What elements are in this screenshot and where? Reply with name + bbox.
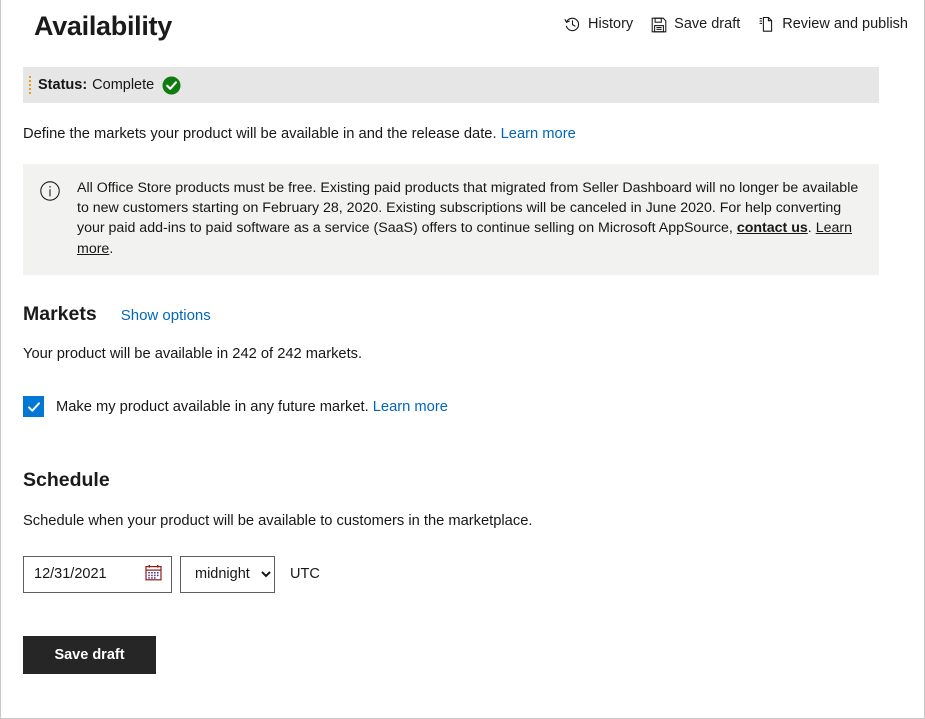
markets-section-header: Markets Show options [23, 302, 902, 325]
release-date-input[interactable] [24, 565, 136, 584]
page-title: Availability [34, 10, 172, 41]
header-actions: History Save draft Review and publish [564, 16, 908, 33]
schedule-title: Schedule [23, 469, 110, 492]
info-banner: All Office Store products must be free. … [23, 164, 879, 275]
release-time-select[interactable]: midnightnoon [180, 555, 275, 593]
status-value: Complete [92, 77, 155, 93]
info-icon [39, 180, 61, 259]
intro-sentence: Define the markets your product will be … [23, 126, 497, 142]
schedule-description: Schedule when your product will be avail… [23, 512, 533, 529]
release-date-field[interactable] [23, 555, 172, 593]
history-icon [564, 16, 581, 33]
save-draft-header-button[interactable]: Save draft [651, 17, 740, 33]
info-end-period: . [109, 240, 114, 257]
future-market-learn-more-link[interactable]: Learn more [373, 399, 448, 415]
schedule-section-header: Schedule [23, 471, 902, 491]
intro-learn-more-link[interactable]: Learn more [501, 126, 576, 142]
info-separator: . [807, 220, 812, 237]
check-circle-icon [162, 76, 181, 95]
save-draft-button[interactable]: Save draft [23, 635, 156, 674]
show-options-link[interactable]: Show options [121, 307, 211, 324]
review-publish-label: Review and publish [782, 16, 908, 33]
save-icon [651, 17, 667, 33]
save-draft-header-label: Save draft [674, 16, 741, 33]
info-banner-text: All Office Store products must be free. … [77, 178, 863, 259]
markets-title: Markets [23, 302, 97, 325]
review-publish-button[interactable]: Review and publish [758, 16, 908, 33]
future-market-checkbox-row: Make my product available in any future … [23, 396, 902, 418]
history-label: History [588, 16, 634, 33]
calendar-icon [145, 564, 162, 584]
future-market-label-text: Make my product available in any future … [56, 398, 369, 415]
schedule-controls: midnightnoon UTC [23, 555, 902, 593]
grip-dots-icon [29, 76, 31, 94]
status-bar: Status: Complete [23, 67, 879, 103]
timezone-label: UTC [290, 566, 320, 583]
calendar-picker-button[interactable] [145, 564, 162, 584]
availability-page: Availability History Save draft Review a… [0, 0, 925, 719]
publish-icon [758, 16, 775, 33]
checkmark-icon [27, 402, 40, 412]
future-market-checkbox-label: Make my product available in any future … [56, 399, 448, 415]
status-label: Status: [38, 77, 88, 93]
history-button[interactable]: History [564, 16, 633, 33]
page-header: Availability History Save draft Review a… [1, 0, 924, 52]
future-market-checkbox[interactable] [23, 396, 44, 418]
intro-text: Define the markets your product will be … [23, 125, 902, 144]
markets-availability-text: Your product will be available in 242 of… [23, 346, 363, 363]
page-content: Define the markets your product will be … [1, 125, 924, 674]
contact-us-link[interactable]: contact us [737, 220, 808, 236]
